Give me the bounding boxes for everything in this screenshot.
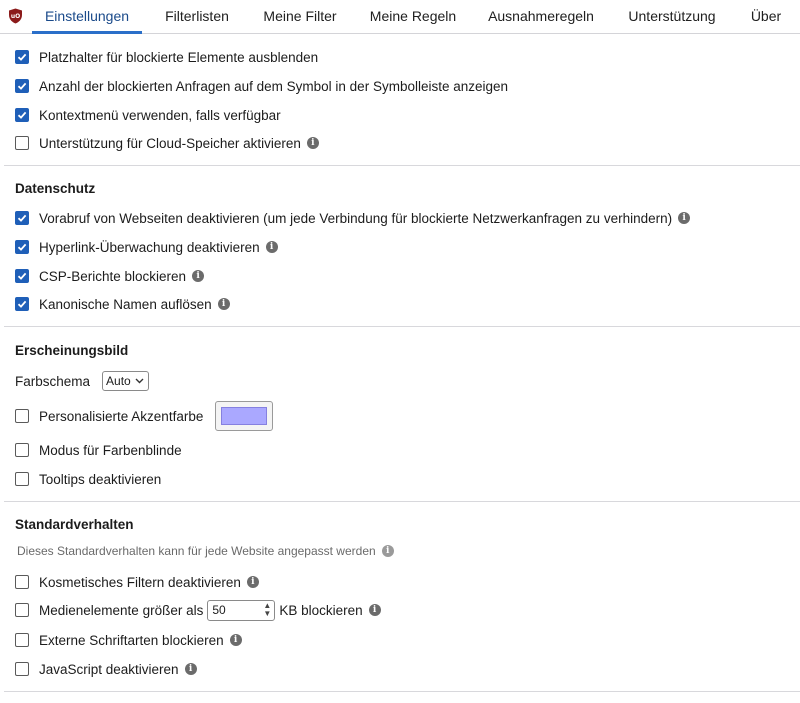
info-icon[interactable]: i [306, 137, 319, 149]
checkbox[interactable] [15, 79, 29, 93]
option-accent-color[interactable]: Personalisierte Akzentfarbe [15, 401, 274, 431]
option-label: Tooltips deaktivieren [39, 471, 162, 487]
option-hyperlink-auditing[interactable]: Hyperlink-Überwachung deaktivieren i [15, 237, 278, 257]
accent-color-swatch [221, 407, 268, 425]
option-label: JavaScript deaktivieren [39, 661, 179, 677]
option-remote-fonts[interactable]: Externe Schriftarten blockieren i [15, 630, 242, 650]
checkmark-icon [17, 53, 27, 61]
option-cloud-storage[interactable]: Unterstützung für Cloud-Speicher aktivie… [15, 133, 319, 153]
option-label: Anzahl der blockierten Anfragen auf dem … [39, 78, 509, 94]
section-divider [4, 165, 800, 166]
checkbox[interactable] [15, 50, 29, 64]
checkmark-icon [17, 214, 27, 222]
option-label: Medienelemente größer als [39, 602, 204, 618]
checkbox[interactable] [15, 409, 29, 423]
tab-bar: uO Einstellungen Filterlisten Meine Filt… [0, 0, 800, 34]
checkbox[interactable] [15, 633, 29, 647]
option-label: Unterstützung für Cloud-Speicher aktivie… [39, 135, 301, 151]
option-context-menu[interactable]: Kontextmenü verwenden, falls verfügbar [15, 105, 281, 125]
option-label: Platzhalter für blockierte Elemente ausb… [39, 49, 319, 65]
info-icon[interactable]: i [265, 241, 278, 253]
chevron-down-icon [135, 378, 144, 384]
media-size-input[interactable]: 50 ▲ ▼ [207, 599, 276, 621]
ublock-shield-icon[interactable]: uO [8, 8, 23, 24]
tab-meine-regeln[interactable]: Meine Regeln [366, 0, 460, 33]
checkbox[interactable] [15, 269, 29, 283]
checkmark-icon [17, 243, 27, 251]
option-label: Kanonische Namen auflösen [39, 296, 212, 312]
tab-unterstuetzung[interactable]: Unterstützung [622, 0, 722, 33]
info-icon[interactable]: i [678, 212, 691, 224]
checkmark-icon [17, 111, 27, 119]
checkbox[interactable] [15, 108, 29, 122]
checkbox[interactable] [15, 136, 29, 150]
info-icon[interactable]: i [192, 270, 205, 282]
option-csp-reports[interactable]: CSP-Berichte blockieren i [15, 266, 205, 286]
checkbox[interactable] [15, 603, 29, 617]
info-icon[interactable]: i [217, 298, 230, 310]
option-hide-placeholders[interactable]: Platzhalter für blockierte Elemente ausb… [15, 47, 318, 67]
color-scheme-row: Farbschema Auto [15, 371, 149, 391]
defaults-note: Dieses Standardverhalten kann für jede W… [17, 544, 394, 558]
checkbox[interactable] [15, 575, 29, 589]
option-prefetching[interactable]: Vorabruf von Webseiten deaktivieren (um … [15, 208, 691, 228]
tab-ueber[interactable]: Über [746, 0, 786, 33]
tab-meine-filter[interactable]: Meine Filter [258, 0, 342, 33]
section-heading-defaults: Standardverhalten [15, 517, 134, 532]
tab-filterlisten[interactable]: Filterlisten [158, 0, 236, 33]
option-label: Kontextmenü verwenden, falls verfügbar [39, 107, 281, 123]
checkbox[interactable] [15, 297, 29, 311]
option-label-suffix: KB blockieren [279, 602, 363, 618]
checkbox[interactable] [15, 662, 29, 676]
section-divider [4, 691, 800, 692]
svg-text:uO: uO [11, 13, 20, 20]
section-heading-appearance: Erscheinungsbild [15, 343, 129, 358]
color-scheme-select[interactable]: Auto [102, 371, 149, 391]
option-label: Vorabruf von Webseiten deaktivieren (um … [39, 210, 673, 226]
option-label: CSP-Berichte blockieren [39, 268, 187, 284]
option-tooltips[interactable]: Tooltips deaktivieren [15, 469, 161, 489]
defaults-note-text: Dieses Standardverhalten kann für jede W… [17, 544, 376, 558]
color-scheme-value: Auto [106, 374, 131, 388]
checkbox[interactable] [15, 240, 29, 254]
section-divider [4, 326, 800, 327]
checkmark-icon [17, 82, 27, 90]
spinner-arrows-icon[interactable]: ▲ ▼ [263, 601, 271, 618]
media-size-value: 50 [212, 603, 226, 617]
tab-einstellungen[interactable]: Einstellungen [32, 0, 142, 34]
option-label: Kosmetisches Filtern deaktivieren [39, 574, 241, 590]
info-icon[interactable]: i [229, 634, 242, 646]
section-heading-privacy: Datenschutz [15, 181, 96, 196]
checkbox[interactable] [15, 443, 29, 457]
option-badge-count[interactable]: Anzahl der blockierten Anfragen auf dem … [15, 76, 508, 96]
option-large-media[interactable]: Medienelemente größer als 50 ▲ ▼ KB block… [15, 599, 381, 621]
option-colorblind[interactable]: Modus für Farbenblinde [15, 440, 182, 460]
option-cname-uncloak[interactable]: Kanonische Namen auflösen i [15, 294, 230, 314]
info-icon[interactable]: i [381, 545, 394, 557]
checkbox[interactable] [15, 472, 29, 486]
checkmark-icon [17, 300, 27, 308]
section-divider [4, 501, 800, 502]
accent-color-picker[interactable] [215, 401, 274, 431]
info-icon[interactable]: i [184, 663, 197, 675]
checkbox[interactable] [15, 211, 29, 225]
info-icon[interactable]: i [368, 604, 381, 616]
option-label: Externe Schriftarten blockieren [39, 632, 224, 648]
option-label: Hyperlink-Überwachung deaktivieren [39, 239, 260, 255]
option-label: Personalisierte Akzentfarbe [39, 408, 204, 424]
tab-ausnahmeregeln[interactable]: Ausnahmeregeln [482, 0, 600, 33]
option-cosmetic-filtering[interactable]: Kosmetisches Filtern deaktivieren i [15, 572, 259, 592]
color-scheme-label: Farbschema [15, 373, 91, 389]
info-icon[interactable]: i [246, 576, 259, 588]
option-label: Modus für Farbenblinde [39, 442, 182, 458]
checkmark-icon [17, 272, 27, 280]
option-javascript[interactable]: JavaScript deaktivieren i [15, 659, 197, 679]
